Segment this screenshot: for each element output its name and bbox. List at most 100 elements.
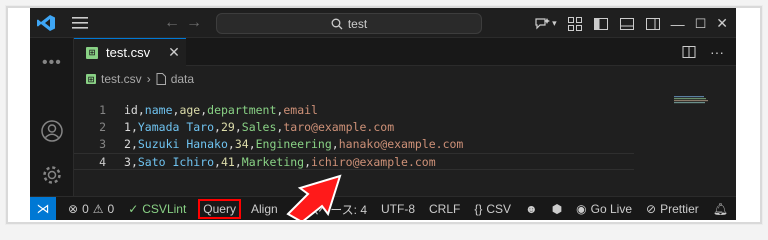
chevron-right-icon: › [146,72,151,86]
copilot-icon[interactable]: ☻ [525,202,538,216]
csv-separator: , [214,155,221,169]
command-center-search[interactable]: test [216,13,482,34]
activity-bar: ••• [30,38,74,196]
csv-cell: Marketing [241,155,305,169]
file-icon [156,73,166,85]
search-icon [331,18,343,29]
breadcrumb-symbol[interactable]: data [171,72,194,86]
csv-cell: ichiro@example.com [311,155,436,169]
account-icon[interactable] [41,120,63,142]
csv-separator: , [304,155,312,169]
editor-tabs: ⊞ test.csv ✕ ··· [74,38,736,66]
more-views-icon[interactable]: ••• [42,54,62,72]
csv-cell: Sales [241,120,277,134]
csv-cell: 2 [124,137,131,151]
csv-cell: Yamada Taro [137,120,215,134]
close-icon[interactable]: ✕ [716,15,728,32]
more-actions-icon[interactable]: ··· [710,44,724,60]
csv-separator: , [214,120,221,134]
csvlint-label: CSVLint [142,201,187,216]
go-live-label: Go Live [590,202,633,216]
title-bar-actions: ▾ — ☐ ✕ [534,15,728,32]
line-number: 4 [99,155,106,169]
line-number: 2 [99,120,106,134]
warning-icon: ⚠ [92,201,104,216]
copilot-chat-icon[interactable] [534,16,551,32]
csv-cell: age [179,103,201,117]
align-status-button[interactable]: Align [251,202,278,216]
code-editor[interactable]: 1 id,name,age,department,email 2 1,Yamada T… [74,92,736,196]
csv-cell: taro@example.com [283,120,395,134]
menu-icon[interactable] [72,17,88,29]
prettier-status[interactable]: ⊘ Prettier [646,202,699,216]
language-label: CSV [486,202,512,216]
align-label: Align [250,201,278,216]
vscode-window: ← → test ▾ — ☐ ✕ ••• ⊞ test.csv ✕ ··· ⊞ … [30,8,736,220]
csv-cell: 29 [220,120,235,134]
csv-separator: , [130,120,138,134]
error-icon: ⊗ [68,201,79,216]
back-arrow-icon[interactable]: ← [164,14,180,32]
csv-cell: id [124,103,138,117]
query-label: Query [203,201,236,216]
remote-indicator[interactable]: ⋊ [30,196,56,220]
maximize-icon[interactable]: ☐ [695,16,707,32]
csv-cell: department [207,103,277,117]
minimap[interactable] [674,96,708,104]
chevron-down-icon[interactable]: ▾ [552,18,557,29]
csv-separator: , [248,137,256,151]
editor-line[interactable]: 4 3,Sato Ichiro,41,Marketing,ichiro@examp… [74,153,634,170]
encoding-status[interactable]: UTF-8 [381,202,415,216]
line-code: id,name,age,department,email [124,102,318,119]
error-count: 0 [82,201,89,216]
csv-cell: name [144,103,173,117]
csv-cell: 1 [124,120,131,134]
status-bar: ⋊ ⊗ 0 ⚠ 0 ✓ CSVLint Query Align スペース: 4 … [30,196,736,220]
go-live-status[interactable]: ◉ Go Live [576,202,632,216]
csv-cell: email [283,103,318,117]
check-circle-icon: ✓ [128,201,139,216]
gear-icon[interactable] [41,164,63,186]
toggle-secondary-sidebar-icon[interactable] [645,16,661,32]
csv-file-icon: ⊞ [86,74,96,84]
tab-close-icon[interactable]: ✕ [168,44,180,61]
prettier-icon: ⊘ [646,202,657,216]
csv-cell: 3 [124,155,131,169]
breadcrumb: ⊞ test.csv › data [86,72,194,86]
csvlint-status[interactable]: ✓ CSVLint [128,202,186,216]
prettier-label: Prettier [660,202,699,216]
language-status[interactable]: {} CSV [474,202,511,216]
extension-icon[interactable]: ⬢ [552,202,562,216]
notifications-bell-icon[interactable]: 🔔︎ [713,202,728,216]
forward-arrow-icon[interactable]: → [186,14,202,32]
title-bar: ← → test ▾ — ☐ ✕ [30,8,736,38]
line-code: 2,Suzuki Hanako,34,Engineering,hanako@ex… [124,136,463,153]
vscode-logo-icon [37,15,55,31]
csv-file-icon: ⊞ [86,46,98,59]
line-number: 3 [99,137,106,151]
search-text: test [347,16,368,31]
csv-separator: , [130,137,138,151]
tab-test-csv[interactable]: ⊞ test.csv ✕ [74,38,186,66]
csv-separator: , [227,137,235,151]
broadcast-icon: ◉ [576,202,587,216]
csv-cell: Engineering [255,137,332,151]
remote-icon: ⋊ [36,200,50,216]
toggle-primary-sidebar-icon[interactable] [593,16,609,32]
minimize-icon[interactable]: — [671,16,685,32]
breadcrumb-file[interactable]: test.csv [101,72,142,86]
customize-layout-icon[interactable] [567,16,583,32]
csv-separator: , [137,103,145,117]
toggle-panel-icon[interactable] [619,16,635,32]
csv-cell: 41 [220,155,235,169]
split-editor-icon[interactable] [682,45,696,59]
annotation-arrow-icon [286,174,342,220]
tab-label: test.csv [106,45,151,60]
editor-actions: ··· [682,44,724,60]
problems-indicator[interactable]: ⊗ 0 ⚠ 0 [68,202,114,216]
csv-cell: Sato Ichiro [137,155,215,169]
csv-separator: , [234,155,242,169]
query-status-button[interactable]: Query [198,198,241,219]
line-code: 3,Sato Ichiro,41,Marketing,ichiro@exampl… [124,154,436,171]
eol-status[interactable]: CRLF [429,202,460,216]
